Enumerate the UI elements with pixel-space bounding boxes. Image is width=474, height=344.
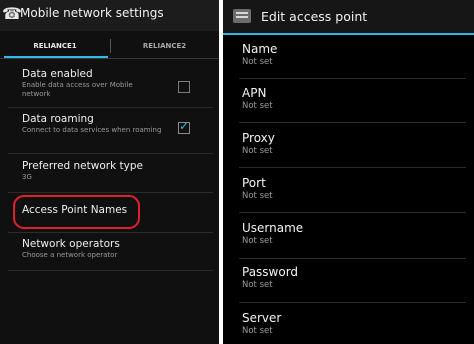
phone-icon[interactable]: ☎ — [2, 4, 22, 24]
setting-title: Data enabled — [22, 68, 93, 80]
field-title: Proxy — [242, 131, 275, 145]
field-title: Port — [242, 176, 266, 190]
field-value: Not set — [242, 101, 273, 111]
field-value: Not set — [242, 236, 273, 246]
field-title: Password — [242, 265, 299, 279]
list-divider — [8, 270, 213, 271]
screen-title: Mobile network settings — [20, 6, 164, 20]
setting-access-point-names[interactable]: Access Point Names — [22, 204, 127, 216]
list-divider — [8, 232, 213, 233]
edit-access-point-screen: Edit access point Name Not set APN Not s… — [223, 0, 474, 344]
setting-title: Preferred network type — [22, 160, 143, 172]
setting-preferred-network-type[interactable]: Preferred network type 3G — [22, 160, 143, 182]
list-divider — [8, 153, 213, 154]
field-title: Username — [242, 221, 304, 235]
field-name[interactable]: Name Not set — [242, 42, 462, 67]
setting-subtitle: Connect to data services when roaming — [22, 126, 162, 134]
action-bar-underline — [223, 33, 474, 35]
list-divider — [239, 122, 466, 123]
field-title: APN — [242, 86, 267, 100]
setting-title: Data roaming — [22, 113, 94, 125]
list-divider — [239, 167, 466, 168]
data-roaming-checkbox[interactable] — [178, 119, 190, 134]
mobile-network-settings-screen: ☎ Mobile network settings RELIANCE1 RELI… — [0, 0, 219, 344]
field-title: Server — [242, 311, 282, 325]
setting-data-roaming[interactable]: Data roaming Connect to data services wh… — [22, 113, 162, 135]
screen-title: Edit access point — [261, 9, 368, 24]
field-password[interactable]: Password Not set — [242, 265, 462, 290]
list-divider — [239, 212, 466, 213]
list-divider — [8, 192, 213, 193]
action-bar: Edit access point — [223, 0, 474, 33]
field-port[interactable]: Port Not set — [242, 176, 462, 201]
sim-tabs: RELIANCE1 RELIANCE2 — [0, 33, 219, 59]
list-divider — [239, 302, 466, 303]
field-proxy[interactable]: Proxy Not set — [242, 131, 462, 156]
tab-reliance2[interactable]: RELIANCE2 — [110, 33, 219, 59]
field-username[interactable]: Username Not set — [242, 221, 462, 246]
field-title: Name — [242, 42, 278, 56]
field-value: Not set — [242, 191, 273, 201]
field-value: Not set — [242, 146, 273, 156]
tab-divider — [0, 58, 219, 59]
setting-subtitle: Choose a network operator — [22, 251, 118, 259]
field-value: Not set — [242, 280, 273, 290]
list-divider — [8, 107, 213, 108]
setting-title: Access Point Names — [22, 204, 128, 216]
setting-title: Network operators — [22, 238, 120, 250]
field-apn[interactable]: APN Not set — [242, 86, 462, 111]
setting-data-enabled[interactable]: Data enabled Enable data access over Mob… — [22, 68, 162, 99]
field-value: Not set — [242, 326, 273, 336]
setting-subtitle: 3G — [22, 173, 32, 181]
list-divider — [239, 258, 466, 259]
field-value: Not set — [242, 57, 273, 67]
setting-subtitle: Enable data access over Mobile network — [22, 81, 133, 98]
field-server[interactable]: Server Not set — [242, 311, 462, 336]
list-divider — [239, 78, 466, 79]
settings-icon[interactable] — [233, 9, 251, 23]
action-bar: ☎ Mobile network settings — [0, 0, 219, 31]
setting-network-operators[interactable]: Network operators Choose a network opera… — [22, 238, 120, 260]
data-enabled-checkbox[interactable] — [178, 81, 190, 93]
